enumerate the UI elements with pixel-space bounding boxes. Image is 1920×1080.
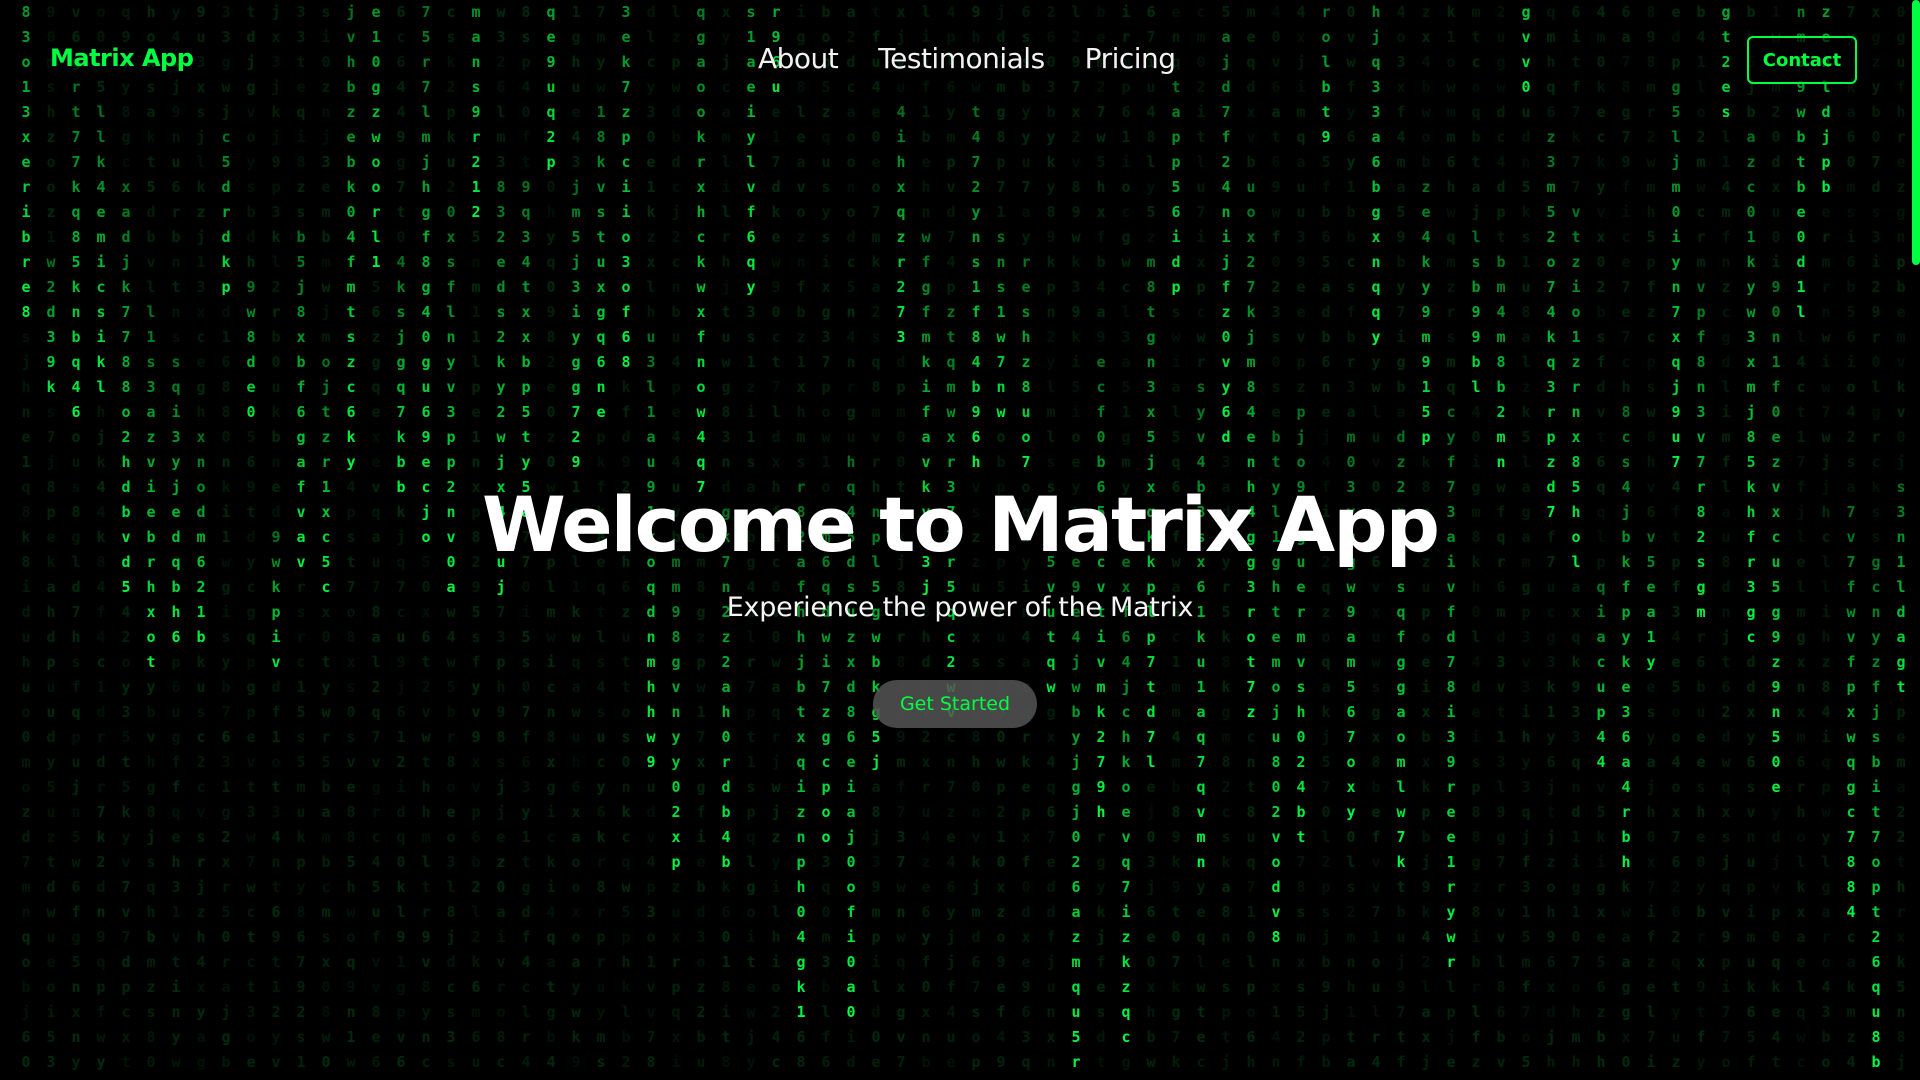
get-started-button[interactable]: Get Started [873, 680, 1037, 728]
nav-link-about[interactable]: About [758, 42, 839, 75]
navbar: Matrix App About Testimonials Pricing Co… [0, 0, 1920, 124]
nav-links: About Testimonials Pricing [758, 42, 1176, 75]
page-scrollbar[interactable] [1910, 0, 1920, 1080]
hero-subtitle: Experience the power of the Matrix [726, 592, 1194, 623]
scrollbar-thumb[interactable] [1912, 0, 1920, 265]
contact-button[interactable]: Contact [1747, 36, 1857, 84]
hero-title: Welcome to Matrix App [481, 480, 1440, 569]
nav-link-testimonials[interactable]: Testimonials [878, 42, 1045, 75]
hero-section: Welcome to Matrix App Experience the pow… [0, 470, 1920, 623]
nav-link-pricing[interactable]: Pricing [1085, 42, 1176, 75]
app-logo[interactable]: Matrix App [50, 44, 194, 72]
